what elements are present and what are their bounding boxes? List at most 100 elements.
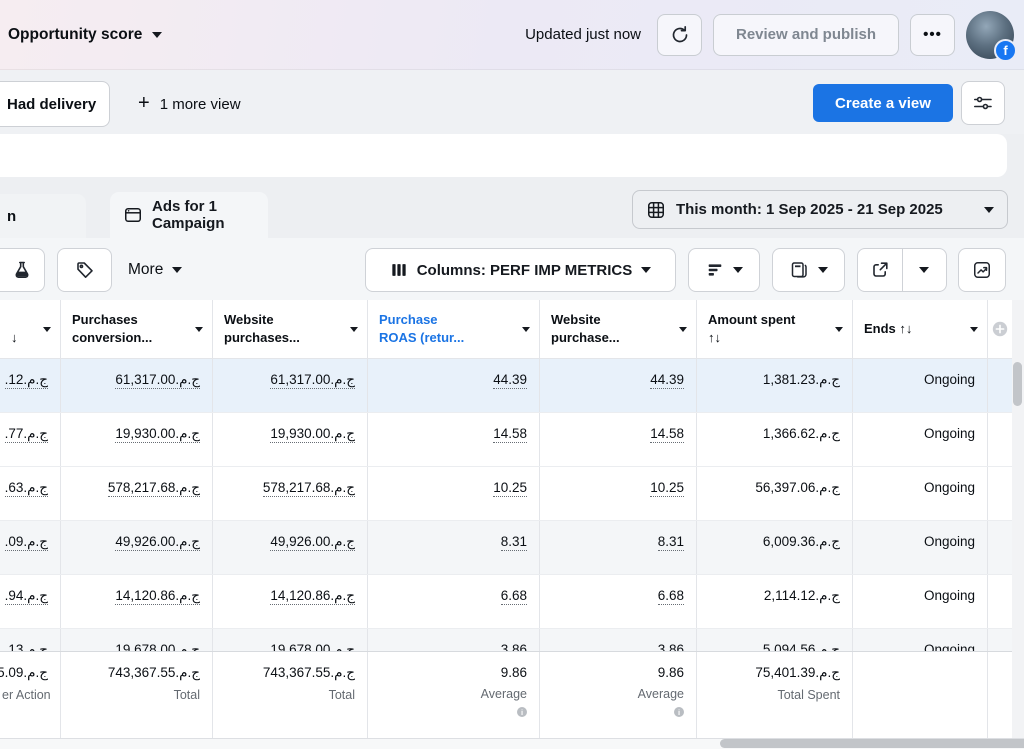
column-menu-caret-icon[interactable] [835, 327, 843, 332]
cell-value[interactable]: ج.م.94. [5, 588, 48, 605]
ab-test-button[interactable] [0, 248, 45, 292]
columns-dropdown[interactable]: Columns: PERF IMP METRICS [365, 248, 676, 292]
cell-ends: Ongoing [853, 359, 988, 412]
cell-value[interactable]: 6.68 [658, 588, 684, 605]
column-header-truncated-metric[interactable]: ↓ [0, 300, 61, 358]
table-row[interactable]: ج.م.09. ج.م.49,926.00 ج.م.49,926.00 8.31 8.3… [0, 521, 1012, 575]
cell-value[interactable]: ج.م.49,926.00 [115, 534, 200, 551]
column-header-website-purchases-value[interactable]: Websitepurchases... [213, 300, 368, 358]
view-tab-had-delivery[interactable]: Had delivery [0, 81, 110, 127]
cell-value[interactable]: 44.39 [493, 372, 527, 389]
cell-value[interactable]: 8.31 [501, 534, 527, 551]
cell-value: ج.م.56,397.06 [755, 480, 840, 495]
cell-value[interactable]: ج.م.578,217.68 [108, 480, 200, 497]
refresh-button[interactable] [657, 14, 702, 56]
cell-value[interactable]: ج.م.49,926.00 [270, 534, 355, 551]
cell-value[interactable]: 10.25 [493, 480, 527, 497]
cell-amount-spent: ج.م.1,366.62 [697, 413, 853, 466]
trend-chart-icon [972, 260, 992, 280]
sliders-icon [973, 93, 993, 113]
cell-value: Ongoing [924, 480, 975, 495]
ellipsis-icon: ••• [923, 26, 942, 43]
cell-value[interactable]: ج.م.09. [5, 534, 48, 551]
cell-value[interactable]: ج.م.13. [5, 642, 48, 651]
column-header-purchases-conversion-value[interactable]: Purchasesconversion... [61, 300, 213, 358]
footer-website-purchases-value: ج.م.743,367.55Total [213, 652, 368, 740]
cell-value[interactable]: ج.م.61,317.00 [115, 372, 200, 389]
horizontal-scrollbar-thumb[interactable] [720, 739, 1024, 748]
info-icon[interactable]: i [517, 707, 527, 717]
more-dropdown[interactable]: More [128, 248, 182, 292]
review-and-publish-button[interactable]: Review and publish [713, 14, 899, 56]
column-menu-caret-icon[interactable] [970, 327, 978, 332]
cell-value[interactable]: 14.58 [650, 426, 684, 443]
footer-label: er Action [2, 688, 48, 702]
footer-label: Average [370, 687, 527, 701]
opportunity-score-dropdown[interactable]: Opportunity score [8, 26, 162, 44]
table-row[interactable]: ج.م.12. ج.م.61,317.00 ج.م.61,317.00 44.39 44… [0, 359, 1012, 413]
more-views-button[interactable]: + 1 more view [138, 81, 241, 127]
cell-amount-spent: ج.م.56,397.06 [697, 467, 853, 520]
cell-value[interactable]: ج.م.61,317.00 [270, 372, 355, 389]
table-row[interactable]: ج.م.63. ج.م.578,217.68 ج.م.578,217.68 10.25… [0, 467, 1012, 521]
cell-value: ج.م.6,009.36 [763, 534, 840, 549]
cell-value[interactable]: 8.31 [658, 534, 684, 551]
cell-value[interactable]: 3.86 [658, 642, 684, 651]
cell-value[interactable]: ج.م.14,120.86 [270, 588, 355, 605]
cell-truncated-metric: ج.م.94. [0, 575, 61, 628]
cell-value[interactable]: 10.25 [650, 480, 684, 497]
cell-value[interactable]: ج.م.12. [5, 372, 48, 389]
refresh-icon [670, 25, 690, 45]
cell-value[interactable]: ج.م.19,930.00 [115, 426, 200, 443]
date-range-selector[interactable]: This month: 1 Sep 2025 - 21 Sep 2025 [632, 190, 1008, 229]
cell-website-purchases-value: ج.م.578,217.68 [213, 467, 368, 520]
cell-value[interactable]: ج.م.19,930.00 [270, 426, 355, 443]
column-menu-caret-icon[interactable] [195, 327, 203, 332]
vertical-scrollbar-thumb[interactable] [1013, 362, 1022, 406]
table-row[interactable]: ج.م.77. ج.م.19,930.00 ج.م.19,930.00 14.58 14… [0, 413, 1012, 467]
view-settings-button[interactable] [961, 81, 1005, 125]
charts-button[interactable] [958, 248, 1006, 292]
column-header-amount-spent[interactable]: Amount spent↑↓ [697, 300, 853, 358]
create-a-view-button[interactable]: Create a view [813, 84, 953, 122]
cell-value[interactable]: ج.م.77. [5, 426, 48, 443]
search-filter-bar[interactable] [0, 134, 1007, 177]
column-menu-caret-icon[interactable] [679, 327, 687, 332]
column-header-ends[interactable]: Ends ↑↓ [853, 300, 988, 358]
column-header-label: Websitepurchase... [551, 311, 679, 347]
breakdown-dropdown[interactable] [688, 248, 760, 292]
column-header-website-purchase-roas[interactable]: Websitepurchase... [540, 300, 697, 358]
table-row[interactable]: ج.م.94. ج.م.14,120.86 ج.م.14,120.86 6.68 6.6… [0, 575, 1012, 629]
cell-value[interactable]: ج.م.63. [5, 480, 48, 497]
cell-value[interactable]: 6.68 [501, 588, 527, 605]
breakdown-icon [706, 261, 724, 279]
footer-spacer-cell [988, 652, 1012, 740]
tags-button[interactable] [57, 248, 112, 292]
cell-value[interactable]: ج.م.578,217.68 [263, 480, 355, 497]
avatar[interactable]: f [966, 11, 1014, 59]
cell-website-purchase-roas: 6.68 [540, 575, 697, 628]
tab-ads-for-campaign[interactable]: Ads for 1 Campaign [110, 192, 268, 238]
cell-value[interactable]: 14.58 [493, 426, 527, 443]
cell-value[interactable]: ج.م.19,678.00 [115, 642, 200, 651]
cell-value[interactable]: ج.م.19,678.00 [270, 642, 355, 651]
footer-amount-spent: ج.م.75,401.39Total Spent [697, 652, 853, 740]
more-options-button[interactable]: ••• [910, 14, 955, 56]
export-button[interactable] [858, 249, 902, 291]
cell-value[interactable]: 3.86 [501, 642, 527, 651]
table-row[interactable]: ج.م.13. ج.م.19,678.00 ج.م.19,678.00 3.86 3.8… [0, 629, 1012, 651]
footer-label: Total [63, 688, 200, 702]
column-menu-caret-icon[interactable] [522, 327, 530, 332]
add-column-button[interactable] [988, 300, 1012, 358]
column-header-purchase-roas[interactable]: PurchaseROAS (retur... [368, 300, 540, 358]
cell-website-purchases-value: ج.م.49,926.00 [213, 521, 368, 574]
footer-value: ج.م.75,401.39 [699, 665, 840, 681]
export-options-caret[interactable] [902, 249, 947, 291]
column-menu-caret-icon[interactable] [350, 327, 358, 332]
cell-value[interactable]: ج.م.14,120.86 [115, 588, 200, 605]
info-icon[interactable]: i [674, 707, 684, 717]
tab-campaigns-partial[interactable]: n [0, 194, 86, 238]
reports-dropdown[interactable] [772, 248, 845, 292]
cell-value[interactable]: 44.39 [650, 372, 684, 389]
column-menu-caret-icon[interactable] [43, 327, 51, 332]
